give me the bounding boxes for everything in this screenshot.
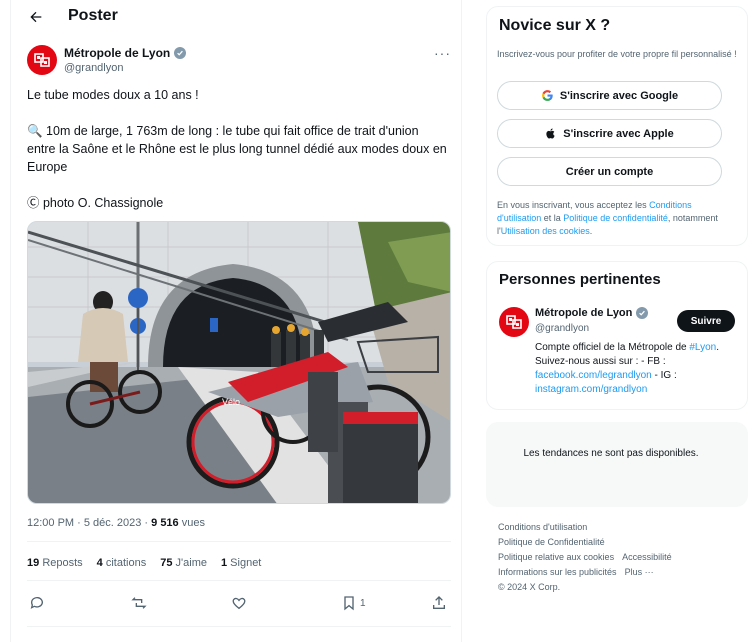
apple-icon xyxy=(546,128,555,139)
quotes-count: 4 xyxy=(96,557,103,569)
arrow-left-icon xyxy=(30,11,42,23)
create-account-label: Créer un compte xyxy=(565,165,654,178)
repost-button[interactable] xyxy=(131,592,147,614)
share-icon xyxy=(433,596,445,609)
person-name[interactable]: Métropole de Lyon xyxy=(535,307,649,319)
more-options-icon[interactable]: ··· xyxy=(434,45,451,61)
person-name-text: Métropole de Lyon xyxy=(535,307,633,319)
bike-brand-label: Vélo xyxy=(222,397,240,407)
tweet-photo[interactable]: Vélo xyxy=(27,221,451,504)
bookmark-button[interactable]: 1 xyxy=(341,592,366,614)
metropole-logo-icon xyxy=(34,53,50,67)
privacy-link[interactable]: Politique de confidentialité xyxy=(563,213,668,223)
author-name[interactable]: Métropole de Lyon xyxy=(64,46,187,60)
reposts-count: 19 xyxy=(27,557,40,569)
footer-link[interactable]: Informations sur les publicités xyxy=(498,567,617,577)
back-button[interactable] xyxy=(25,6,47,28)
footer-more-link[interactable]: Plus ··· xyxy=(625,567,654,577)
trends-unavailable-text: Les tendances ne sont pas disponibles. xyxy=(523,448,699,459)
author-name-text: Métropole de Lyon xyxy=(64,46,171,60)
heart-icon xyxy=(232,597,246,610)
bio-text: Compte officiel de la Métropole de xyxy=(535,342,690,353)
like-button[interactable] xyxy=(231,592,247,614)
verified-badge-icon xyxy=(636,307,649,319)
terms-text: En vous inscrivant, vous acceptez les xyxy=(497,200,650,210)
repost-icon xyxy=(131,597,147,609)
tweet-text: Le tube modes doux a 10 ans ! 🔍 10m de l… xyxy=(27,86,447,212)
footer: Conditions d'utilisation Politique de Co… xyxy=(498,520,738,595)
tweet-text-line: Le tube modes doux a 10 ans ! xyxy=(27,88,199,102)
footer-link[interactable]: Politique de Confidentialité xyxy=(498,537,605,547)
terms-text: et la xyxy=(541,213,564,223)
tweet-timestamp[interactable]: 12:00 PM · 5 déc. 2023 · xyxy=(27,517,148,529)
signup-subtitle: Inscrivez-vous pour profiter de votre pr… xyxy=(497,49,737,59)
hashtag-link[interactable]: #Lyon xyxy=(689,342,716,353)
likes-stat[interactable]: 75 J'aime xyxy=(160,557,207,569)
tweet-author: Métropole de Lyon @grandlyon ··· xyxy=(27,45,451,77)
copyright: © 2024 X Corp. xyxy=(498,582,561,592)
divider xyxy=(27,541,451,542)
author-handle[interactable]: @grandlyon xyxy=(64,62,123,74)
page-title: Poster xyxy=(68,7,118,24)
cookies-link[interactable]: Utilisation des cookies xyxy=(501,226,590,236)
signup-panel: Novice sur X ? Inscrivez-vous pour profi… xyxy=(486,6,748,246)
reposts-label: Reposts xyxy=(42,557,83,569)
bookmarks-stat[interactable]: 1 Signet xyxy=(221,557,261,569)
tweet-stats: 19 Reposts 4 citations 75 J'aime 1 Signe… xyxy=(27,557,261,569)
reply-icon xyxy=(30,597,43,609)
person-bio: Compte officiel de la Métropole de #Lyon… xyxy=(535,341,743,397)
quotes-stat[interactable]: 4 citations xyxy=(97,557,147,569)
trends-panel: Les tendances ne sont pas disponibles. xyxy=(486,422,748,507)
instagram-link[interactable]: instagram.com/grandlyon xyxy=(535,384,647,395)
footer-link[interactable]: Conditions d'utilisation xyxy=(498,522,587,532)
apple-signup-button[interactable]: S'inscrire avec Apple xyxy=(497,119,722,148)
tweet-text-line: 🔍 10m de large, 1 763m de long : le tube… xyxy=(27,124,447,174)
signup-title: Novice sur X ? xyxy=(499,17,611,34)
footer-link[interactable]: Politique relative aux cookies xyxy=(498,552,614,562)
likes-label: J'aime xyxy=(175,557,207,569)
metropole-logo-icon xyxy=(506,315,522,329)
reposts-stat[interactable]: 19 Reposts xyxy=(27,557,83,569)
verified-badge-icon xyxy=(174,47,187,59)
share-button[interactable] xyxy=(431,592,447,614)
tweet-actions: 1 xyxy=(27,592,451,614)
google-icon xyxy=(541,90,553,101)
google-signup-label: S'inscrire avec Google xyxy=(559,89,679,102)
signup-terms: En vous inscrivant, vous acceptez les Co… xyxy=(497,199,737,238)
avatar[interactable] xyxy=(499,307,529,337)
bookmark-icon xyxy=(344,596,354,611)
relevant-people-panel: Personnes pertinentes Métropole de Lyon … xyxy=(486,261,748,410)
divider xyxy=(27,580,451,581)
facebook-link[interactable]: facebook.com/legrandlyon xyxy=(535,370,652,381)
follow-button[interactable]: Suivre xyxy=(677,310,735,332)
views-label: vues xyxy=(181,517,205,529)
bookmark-count: 1 xyxy=(360,597,366,609)
views-count: 9 516 xyxy=(151,517,179,529)
quotes-label: citations xyxy=(105,557,147,569)
reply-button[interactable] xyxy=(29,592,45,614)
bookmarks-count: 1 xyxy=(220,557,228,569)
likes-count: 75 xyxy=(160,557,173,569)
main-column: Poster Métropole de Lyon @grandlyon ··· … xyxy=(10,0,462,642)
google-signup-button[interactable]: S'inscrire avec Google xyxy=(497,81,722,110)
tweet-meta: 12:00 PM · 5 déc. 2023 · 9 516 vues xyxy=(27,517,205,529)
tunnel-bikes-image: Vélo xyxy=(28,222,450,503)
bookmarks-label: Signet xyxy=(230,557,262,569)
apple-signup-label: S'inscrire avec Apple xyxy=(563,127,674,140)
tweet-text-line: Ⓒ photo O. Chassignole xyxy=(27,196,164,210)
page-header: Poster xyxy=(11,0,463,34)
relevant-people-title: Personnes pertinentes xyxy=(499,271,661,288)
divider xyxy=(27,626,451,627)
bio-text: - IG : xyxy=(651,370,677,381)
terms-text: . xyxy=(589,226,593,236)
person-handle[interactable]: @grandlyon xyxy=(535,323,589,334)
footer-link[interactable]: Accessibilité xyxy=(622,552,672,562)
avatar[interactable] xyxy=(27,45,57,75)
create-account-button[interactable]: Créer un compte xyxy=(497,157,722,186)
